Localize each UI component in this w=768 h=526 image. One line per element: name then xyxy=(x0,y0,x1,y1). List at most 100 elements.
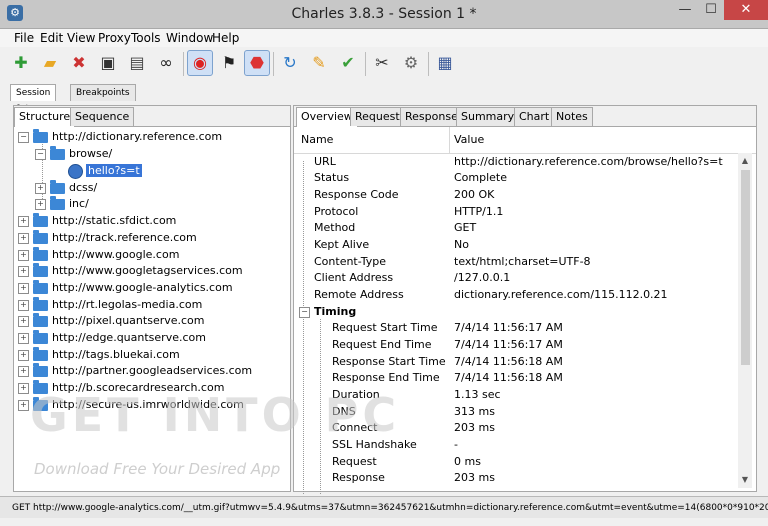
menu-proxy[interactable]: Proxy xyxy=(98,31,131,45)
overview-row[interactable]: Kept Alive No xyxy=(294,237,734,253)
watermark-subtext: Download Free Your Desired App xyxy=(34,460,281,478)
overview-row[interactable]: Protocol HTTP/1.1 xyxy=(294,204,734,220)
expand-icon[interactable]: + xyxy=(18,365,29,377)
expand-icon[interactable]: + xyxy=(18,349,29,361)
overview-row[interactable]: URL http://dictionary.reference.com/brows… xyxy=(294,154,734,170)
validate-check-icon[interactable]: ✔ xyxy=(335,50,361,76)
new-session-icon[interactable]: ✚ xyxy=(8,50,34,76)
tree-node-host[interactable]: + http://tags.bluekai.com xyxy=(18,346,180,363)
column-divider[interactable] xyxy=(449,127,450,153)
tree-node-host[interactable]: + http://pixel.quantserve.com xyxy=(18,312,205,329)
tab-notes[interactable]: Notes xyxy=(551,107,593,126)
menu-file[interactable]: File xyxy=(14,31,34,45)
scroll-thumb[interactable] xyxy=(741,170,750,365)
expand-icon[interactable]: + xyxy=(18,265,29,277)
maximize-button[interactable]: ☐ xyxy=(698,0,724,20)
expand-icon[interactable]: + xyxy=(18,249,29,261)
expand-icon[interactable]: + xyxy=(18,232,29,244)
binoculars-icon[interactable]: ∞ xyxy=(153,50,179,76)
detail-tabs: Overview Request Response Summary Chart … xyxy=(294,106,756,127)
trash-icon[interactable]: ▤ xyxy=(124,50,150,76)
column-header-name[interactable]: Name xyxy=(301,133,333,146)
overview-row[interactable]: Request Start Time 7/4/14 11:56:17 AM xyxy=(294,320,734,336)
tab-request[interactable]: Request xyxy=(350,107,405,126)
menu-help[interactable]: Help xyxy=(212,31,239,45)
overview-row[interactable]: Response Start Time 7/4/14 11:56:18 AM xyxy=(294,354,734,370)
tree-node-host[interactable]: + http://www.googletagservices.com xyxy=(18,262,243,279)
tree-node-host[interactable]: + http://track.reference.com xyxy=(18,229,197,246)
column-header-value[interactable]: Value xyxy=(454,133,484,146)
overview-row[interactable]: Remote Address dictionary.reference.com/1… xyxy=(294,287,734,303)
folder-icon xyxy=(33,128,48,143)
scroll-down-arrow-icon[interactable]: ▼ xyxy=(738,474,752,486)
close-session-icon[interactable]: ✖ xyxy=(66,50,92,76)
edit-pencil-icon[interactable]: ✎ xyxy=(306,50,332,76)
open-folder-icon[interactable]: ▰ xyxy=(37,50,63,76)
tree-node-folder[interactable]: + inc/ xyxy=(35,195,89,212)
save-icon[interactable]: ▣ xyxy=(95,50,121,76)
menu-edit[interactable]: Edit xyxy=(40,31,63,45)
tab-structure[interactable]: Structure xyxy=(14,107,76,127)
overview-group-timing[interactable]: − Timing xyxy=(294,304,734,320)
tools-icon[interactable]: ✂ xyxy=(369,50,395,76)
expand-icon[interactable]: + xyxy=(18,399,29,411)
tab-sequence[interactable]: Sequence xyxy=(70,107,135,126)
overview-row[interactable]: Content-Type text/html;charset=UTF-8 xyxy=(294,254,734,270)
vertical-scrollbar[interactable]: ▲ ▼ xyxy=(738,153,752,488)
menu-window[interactable]: Window xyxy=(166,31,213,45)
folder-icon xyxy=(33,346,48,361)
expand-icon[interactable]: + xyxy=(35,182,46,194)
tree-node-folder[interactable]: − browse/ xyxy=(35,145,112,162)
collapse-icon[interactable]: − xyxy=(18,131,29,143)
overview-row[interactable]: Response Code 200 OK xyxy=(294,187,734,203)
expand-icon[interactable]: + xyxy=(35,198,46,210)
tab-overview[interactable]: Overview xyxy=(296,107,358,127)
tree-node-host[interactable]: + http://edge.quantserve.com xyxy=(18,329,206,346)
tree-node-folder[interactable]: + dcss/ xyxy=(35,179,97,196)
toolbar-separator xyxy=(428,52,429,76)
tab-summary[interactable]: Summary xyxy=(456,107,520,126)
overview-row[interactable]: Status Complete xyxy=(294,170,734,186)
tab-breakpoints[interactable]: Breakpoints xyxy=(70,84,136,101)
collapse-icon[interactable]: − xyxy=(299,307,310,318)
menu-tools[interactable]: Tools xyxy=(131,31,161,45)
menu-view[interactable]: View xyxy=(67,31,95,45)
minimize-button[interactable]: — xyxy=(672,0,698,20)
tree-node-host[interactable]: + http://rt.legolas-media.com xyxy=(18,296,202,313)
expand-icon[interactable]: + xyxy=(18,282,29,294)
overview-row[interactable]: Request 0 ms xyxy=(294,454,734,470)
throttle-flag-icon[interactable]: ⚑ xyxy=(216,50,242,76)
tree-node-host[interactable]: + http://www.google-analytics.com xyxy=(18,279,233,296)
overview-row[interactable]: Response 203 ms xyxy=(294,470,734,486)
tab-response[interactable]: Response xyxy=(400,107,463,126)
record-icon[interactable]: ◉ xyxy=(187,50,213,76)
expand-icon[interactable]: + xyxy=(18,332,29,344)
scroll-up-arrow-icon[interactable]: ▲ xyxy=(738,155,752,167)
tree-node-request[interactable]: hello?s=t xyxy=(68,163,142,179)
tab-chart[interactable]: Chart xyxy=(514,107,555,126)
close-button[interactable]: ✕ xyxy=(724,0,768,20)
overview-row[interactable]: Response End Time 7/4/14 11:56:18 AM xyxy=(294,370,734,386)
tree-node-host[interactable]: + http://static.sfdict.com xyxy=(18,212,176,229)
expand-icon[interactable]: + xyxy=(18,299,29,311)
repeat-icon[interactable]: ↻ xyxy=(277,50,303,76)
overview-row[interactable]: Client Address/127.0.0.1 xyxy=(294,270,734,286)
globe-icon xyxy=(68,163,83,179)
tree-node-host[interactable]: + http://partner.googleadservices.com xyxy=(18,362,252,379)
publish-gist-icon[interactable]: ▦ xyxy=(432,50,458,76)
expand-icon[interactable]: + xyxy=(18,382,29,394)
overview-table-header: Name Value xyxy=(294,127,756,154)
tree-node-host[interactable]: + http://www.google.com xyxy=(18,246,179,263)
folder-icon xyxy=(50,179,65,194)
overview-row[interactable]: Method GET xyxy=(294,220,734,236)
tab-session-1[interactable]: Session 1 * xyxy=(10,84,57,114)
toolbar: ✚ ▰ ✖ ▣ ▤ ∞ ◉ ⚑ ⬣ ↻ ✎ ✔ ✂ ⚙ ▦ xyxy=(0,47,768,81)
breakpoints-stop-icon[interactable]: ⬣ xyxy=(244,50,270,76)
expand-icon[interactable]: + xyxy=(18,315,29,327)
expand-icon[interactable]: + xyxy=(18,215,29,227)
tree-node-host[interactable]: − http://dictionary.reference.com xyxy=(18,128,222,145)
settings-gear-icon[interactable]: ⚙ xyxy=(398,50,424,76)
folder-icon xyxy=(33,362,48,377)
collapse-icon[interactable]: − xyxy=(35,148,46,160)
overview-row[interactable]: Request End Time 7/4/14 11:56:17 AM xyxy=(294,337,734,353)
